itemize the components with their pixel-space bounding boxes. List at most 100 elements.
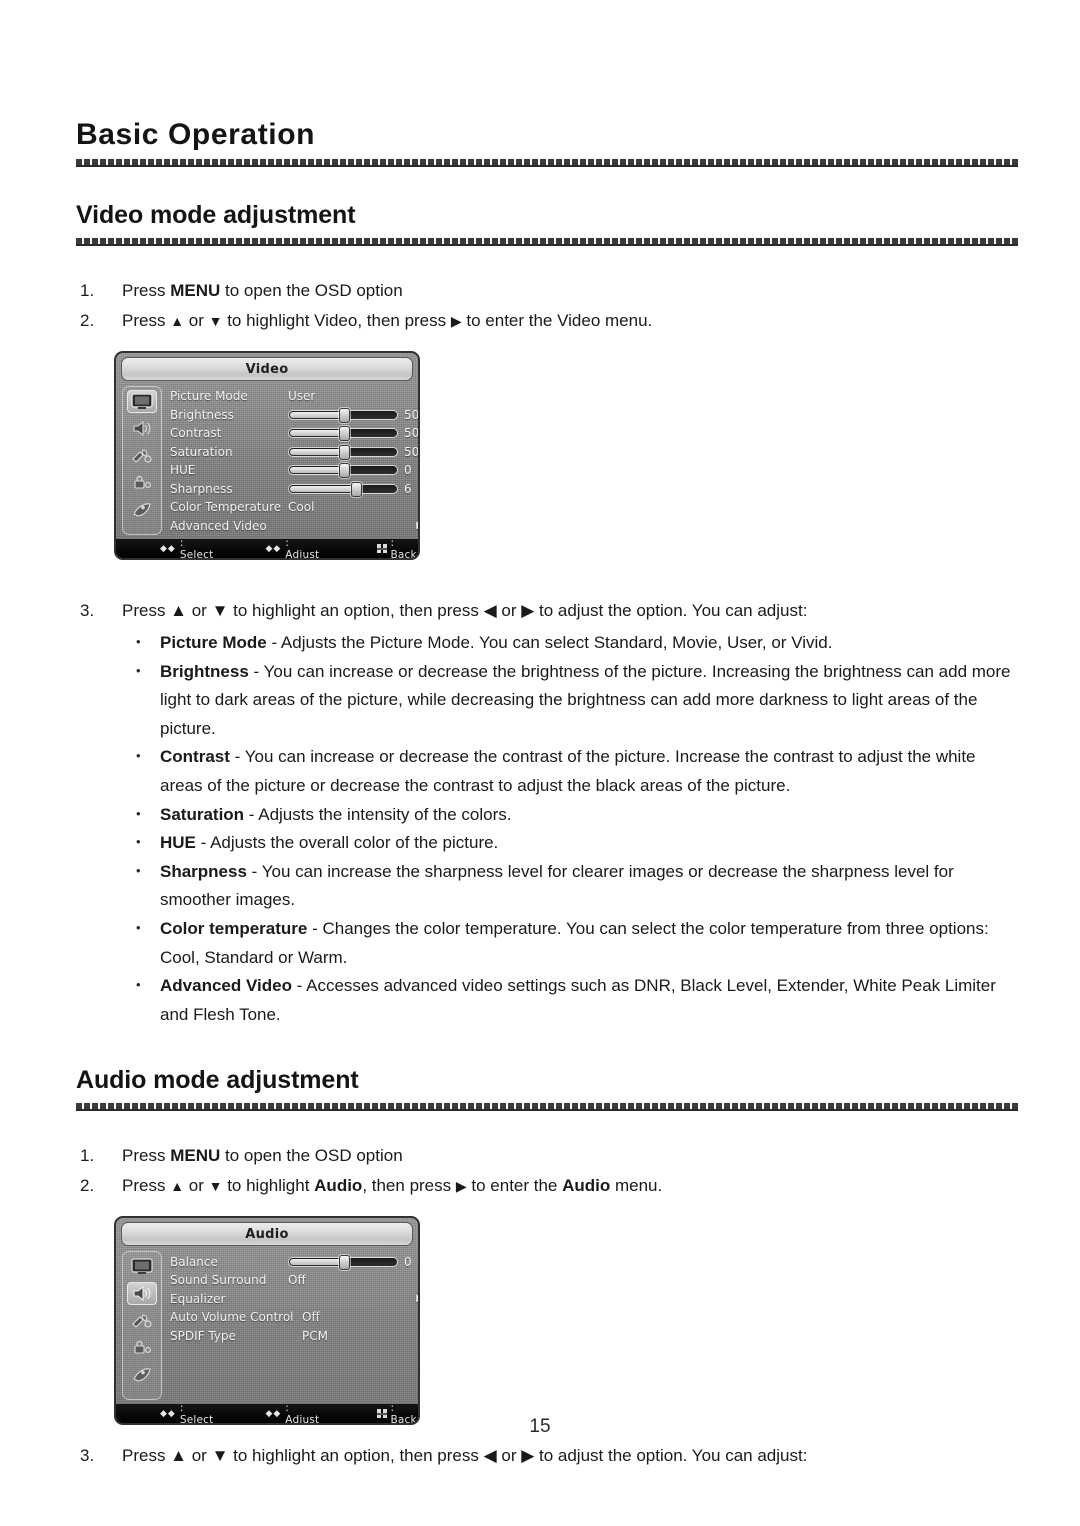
bullet-brightness: Brightness - You can increase or decreas… [122, 657, 1018, 744]
osd-row-value: PCM [302, 1328, 328, 1343]
video-osd-titlebar: Video [121, 357, 413, 381]
audio-speaker-icon[interactable] [127, 1282, 157, 1306]
osd-row-spdif-type[interactable]: SPDIF Type PCM [170, 1326, 418, 1345]
osd-row-label: Picture Mode [170, 389, 248, 404]
video-osd-screenshot: Video Picture Mode User Brightness 50 Co… [114, 351, 420, 560]
video-step-2: 2. Press ▲ or ▼ to highlight Video, then… [76, 306, 1018, 336]
footer-back: : Back [377, 536, 418, 560]
osd-row-auto-volume-control[interactable]: Auto Volume Control Off [170, 1308, 418, 1327]
osd-row-picture-mode[interactable]: Picture Mode User [170, 387, 418, 406]
setup-tools-icon[interactable] [127, 1309, 157, 1332]
right-arrow-icon: ▶ [455, 1178, 467, 1195]
audio-step-3: 3. Press ▲ or ▼ to highlight an option, … [76, 1441, 1018, 1470]
menu-button-icon [377, 544, 387, 553]
step-number: 1. [80, 1146, 95, 1166]
audio-speaker-icon[interactable] [127, 417, 157, 440]
channel-antenna-icon[interactable] [127, 1363, 157, 1386]
bullet-hue: HUE - Adjusts the overall color of the p… [122, 828, 1018, 858]
step-text: Press ▲ or ▼ to highlight Audio, then pr… [122, 1176, 663, 1196]
audio-step3-list: 3. Press ▲ or ▼ to highlight an option, … [76, 1441, 1018, 1470]
footer-select-label: : Select [179, 536, 214, 560]
step-number: 3. [80, 1446, 95, 1466]
hue-slider[interactable] [288, 463, 398, 479]
osd-row-balance[interactable]: Balance 0 [170, 1252, 418, 1271]
submenu-arrow-icon: ▶ [416, 1293, 418, 1304]
section-heading-video: Video mode adjustment [76, 201, 356, 229]
sharpness-slider[interactable] [288, 481, 398, 497]
lock-parental-icon[interactable] [127, 1336, 157, 1359]
brightness-slider[interactable] [288, 407, 398, 423]
osd-row-label: SPDIF Type [170, 1328, 236, 1343]
step-number: 3. [80, 601, 95, 620]
osd-row-value: User [288, 389, 316, 404]
video-steps-list: 1. Press MENU to open the OSD option 2. … [76, 276, 1018, 336]
leftright-arrows-icon: ◆◆ [265, 543, 282, 554]
audio-osd-rows: Balance 0 Sound Surround Off Equalizer ▶… [162, 1251, 418, 1400]
osd-row-contrast[interactable]: Contrast 50 [170, 424, 418, 443]
step-text: Press ▲ or ▼ to highlight Video, then pr… [122, 311, 653, 330]
step-text: Press MENU to open the OSD option [122, 1146, 403, 1166]
osd-row-hue[interactable]: HUE 0 [170, 461, 418, 480]
step-text: Press ▲ or ▼ to highlight an option, the… [122, 1446, 808, 1466]
osd-row-value: 0 [404, 463, 412, 478]
audio-menu-label: Audio [562, 1176, 611, 1196]
audio-menu-label: Audio [314, 1176, 363, 1196]
section-divider-video [76, 237, 1018, 246]
osd-row-empty [170, 1363, 418, 1382]
audio-step-2: 2. Press ▲ or ▼ to highlight Audio, then… [76, 1171, 1018, 1201]
bullet-term: Saturation [160, 804, 245, 824]
osd-row-equalizer[interactable]: Equalizer ▶ [170, 1289, 418, 1308]
up-arrow-icon: ▲ [170, 313, 185, 329]
video-osd-rows: Picture Mode User Brightness 50 Contrast… [162, 386, 420, 536]
balance-slider[interactable] [288, 1254, 398, 1270]
osd-row-brightness[interactable]: Brightness 50 [170, 406, 418, 425]
bullet-term: Color temperature [160, 918, 308, 938]
page-title: Basic Operation [76, 118, 316, 151]
osd-row-saturation[interactable]: Saturation 50 [170, 443, 420, 462]
osd-row-sharpness[interactable]: Sharpness 6 [170, 480, 418, 499]
osd-row-label: Saturation [170, 444, 233, 459]
osd-row-empty [170, 1345, 418, 1364]
channel-antenna-icon[interactable] [127, 498, 157, 521]
bullet-picture-mode: Picture Mode - Adjusts the Picture Mode.… [122, 628, 1018, 658]
chapter-divider [76, 158, 1018, 167]
bullet-term: Contrast [160, 747, 230, 767]
video-osd-footer: ◆◆: Select ◆◆: Adjust : Back [116, 536, 418, 560]
step-text: Press MENU to open the OSD option [122, 281, 403, 300]
bullet-contrast: Contrast - You can increase or decrease … [122, 742, 1018, 800]
osd-row-advanced-video[interactable]: Advanced Video ▶ [170, 517, 418, 536]
footer-select: ◆◆: Select [160, 536, 214, 560]
video-osd-title: Video [245, 361, 289, 377]
up-arrow-icon: ▲ [170, 1178, 185, 1195]
saturation-slider[interactable] [288, 444, 398, 460]
osd-row-value: 6 [404, 481, 412, 496]
osd-row-sound-surround[interactable]: Sound Surround Off [170, 1271, 418, 1290]
osd-row-label: Sound Surround [170, 1273, 267, 1288]
audio-step-1: 1. Press MENU to open the OSD option [76, 1141, 1018, 1170]
audio-osd-screenshot: Audio Balance 0 Sound Surround Off Equal… [114, 1216, 420, 1426]
osd-row-color-temperature[interactable]: Color Temperature Cool [170, 498, 418, 517]
step-number: 2. [80, 1176, 95, 1196]
menu-key-label: MENU [170, 281, 221, 300]
osd-row-value: Cool [288, 500, 315, 515]
lock-parental-icon[interactable] [127, 471, 157, 494]
video-option-bullets: Picture Mode - Adjusts the Picture Mode.… [122, 628, 1018, 1029]
video-step-1: 1. Press MENU to open the OSD option [76, 276, 1018, 305]
section-divider-audio [76, 1102, 1018, 1112]
osd-row-value: 50 [404, 444, 420, 459]
video-step3-list: 3. Press ▲ or ▼ to highlight an option, … [76, 596, 1018, 1029]
right-arrow-icon: ▶ [450, 313, 462, 329]
footer-back-label: : Back [390, 536, 417, 560]
osd-row-label: Balance [170, 1254, 218, 1269]
osd-row-label: Advanced Video [170, 518, 267, 533]
bullet-sharpness: Sharpness - You can increase the sharpne… [122, 857, 1018, 915]
bullet-desc: - Adjusts the Picture Mode. You can sele… [266, 633, 833, 652]
manual-page: Basic Operation Video mode adjustment 1.… [0, 0, 1080, 1526]
audio-osd-titlebar: Audio [121, 1222, 413, 1247]
step-number: 1. [80, 281, 95, 300]
video-screen-icon[interactable] [127, 390, 157, 413]
bullet-term: Brightness [160, 661, 249, 681]
setup-tools-icon[interactable] [127, 444, 157, 467]
video-screen-icon[interactable] [127, 1255, 157, 1278]
contrast-slider[interactable] [288, 426, 398, 442]
